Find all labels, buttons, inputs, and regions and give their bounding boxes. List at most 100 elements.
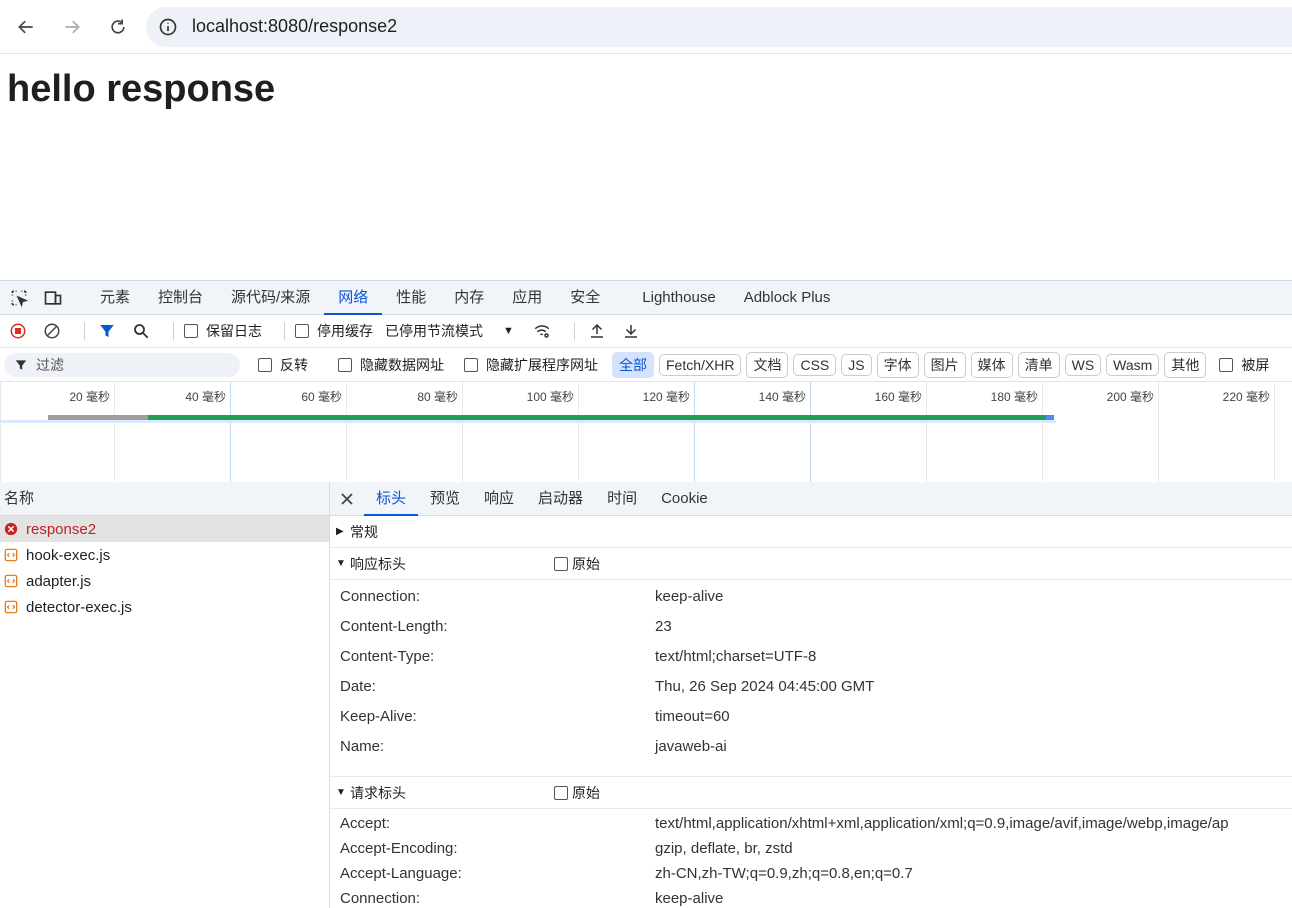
timeline-tick: 180 毫秒 [926, 382, 1042, 483]
filter-type-fetch[interactable]: Fetch/XHR [659, 353, 742, 376]
waterfall-download-bar [148, 415, 1046, 420]
checkbox-box[interactable] [338, 357, 352, 372]
tab-preview[interactable]: 预览 [418, 482, 472, 516]
raw-checkbox[interactable]: 原始 [554, 783, 600, 803]
filter-type-font[interactable]: 字体 [876, 351, 919, 378]
search-button[interactable] [129, 319, 153, 343]
timeline-overview[interactable]: 20 毫秒 40 毫秒 60 毫秒 80 毫秒 100 毫秒 120 毫秒 14… [0, 382, 1292, 483]
clear-button[interactable] [40, 319, 64, 343]
hide-extension-urls-checkbox[interactable]: 隐藏扩展程序网址 [464, 355, 598, 375]
download-icon [624, 325, 637, 338]
request-row[interactable]: adapter.js [0, 568, 329, 594]
tab-console[interactable]: 控制台 [144, 281, 217, 315]
section-title: 响应标头 [350, 555, 406, 572]
filter-type-img[interactable]: 图片 [923, 351, 966, 378]
name-column-header[interactable]: 名称 [0, 482, 329, 516]
preserve-log-checkbox[interactable]: 保留日志 [184, 321, 262, 341]
request-name: response2 [26, 520, 97, 538]
close-icon[interactable] [330, 492, 364, 506]
request-row[interactable]: hook-exec.js [0, 542, 329, 568]
tab-initiator[interactable]: 启动器 [526, 482, 595, 516]
filter-type-doc[interactable]: 文档 [746, 351, 789, 378]
request-row[interactable]: response2 [0, 516, 329, 542]
request-name: detector-exec.js [26, 598, 132, 616]
reload-button[interactable] [100, 9, 136, 45]
request-row[interactable]: detector-exec.js [0, 594, 329, 620]
tab-memory[interactable]: 内存 [440, 281, 498, 315]
blocked-checkbox[interactable]: 被屏 [1219, 355, 1269, 375]
info-icon[interactable] [158, 17, 178, 37]
device-toolbar-button[interactable] [38, 283, 68, 313]
header-value: timeout=60 [655, 707, 730, 725]
filter-type-ws[interactable]: WS [1064, 353, 1102, 376]
import-har-button[interactable] [585, 319, 609, 343]
tab-network[interactable]: 网络 [324, 281, 383, 315]
back-button[interactable] [8, 9, 44, 45]
devtools-tabbar: 元素 控制台 源代码/来源 网络 性能 内存 应用 安全 Lighthouse … [0, 281, 1292, 315]
network-conditions-button[interactable] [530, 319, 554, 343]
record-button[interactable] [6, 319, 30, 343]
inspect-element-button[interactable] [4, 283, 34, 313]
checkbox-box[interactable] [554, 785, 568, 800]
header-key: Content-Length: [340, 617, 448, 635]
filter-toggle-button[interactable] [95, 319, 119, 343]
header-key: Accept-Language: [340, 865, 462, 882]
header-key: Connection: [340, 890, 421, 907]
device-icon [44, 290, 62, 305]
filter-type-manifest[interactable]: 清单 [1017, 351, 1060, 378]
timeline-tick: 220 毫秒 [1158, 382, 1274, 483]
checkbox-box[interactable] [184, 324, 198, 338]
response-headers-section-header[interactable]: ▼ 响应标头 原始 [330, 548, 1292, 580]
reload-icon [111, 19, 125, 34]
header-value: zh-CN,zh-TW;q=0.9,zh;q=0.8,en;q=0.7 [655, 865, 913, 882]
throttle-select[interactable]: 已停用节流模式 [385, 321, 483, 341]
forward-button[interactable] [54, 9, 90, 45]
tab-elements[interactable]: 元素 [86, 281, 144, 315]
tab-lighthouse[interactable]: Lighthouse [628, 281, 729, 315]
chevron-down-icon[interactable]: ▼ [503, 325, 514, 337]
checkbox-box[interactable] [258, 357, 272, 372]
tab-application[interactable]: 应用 [498, 281, 556, 315]
tab-headers[interactable]: 标头 [364, 482, 419, 516]
checkbox-box[interactable] [295, 324, 309, 338]
invert-checkbox[interactable]: 反转 [258, 355, 308, 375]
filter-type-other[interactable]: 其他 [1164, 351, 1207, 378]
section-title: 常规 [350, 523, 378, 540]
export-har-button[interactable] [619, 319, 643, 343]
url-text[interactable]: localhost:8080/response2 [192, 16, 397, 37]
header-key: Accept-Encoding: [340, 840, 458, 857]
invert-label: 反转 [280, 356, 308, 373]
filter-type-css[interactable]: CSS [793, 353, 837, 376]
timeline-tick: 160 毫秒 [810, 382, 926, 483]
disable-cache-label: 停用缓存 [317, 323, 373, 339]
filter-type-js[interactable]: JS [841, 353, 872, 376]
tab-adblock[interactable]: Adblock Plus [730, 281, 845, 315]
timeline-tick: 120 毫秒 [578, 382, 694, 483]
filter-type-all[interactable]: 全部 [612, 351, 654, 378]
checkbox-box[interactable] [554, 556, 568, 571]
header-row: Content-Type: text/html;charset=UTF-8 [330, 641, 1292, 671]
header-key: Content-Type: [340, 647, 435, 665]
tab-sources[interactable]: 源代码/来源 [217, 281, 324, 315]
filter-type-media[interactable]: 媒体 [970, 351, 1013, 378]
general-section-header[interactable]: ▶ 常规 [330, 516, 1292, 548]
address-bar[interactable]: localhost:8080/response2 [146, 6, 1292, 47]
raw-checkbox[interactable]: 原始 [554, 554, 600, 574]
request-headers-section-header[interactable]: ▼ 请求标头 原始 [330, 777, 1292, 809]
header-value: keep-alive [655, 587, 724, 605]
filter-input[interactable]: 过滤 [4, 352, 240, 377]
disable-cache-checkbox[interactable]: 停用缓存 [295, 321, 373, 341]
tab-response[interactable]: 响应 [472, 482, 526, 516]
header-row: Date: Thu, 26 Sep 2024 04:45:00 GMT [330, 671, 1292, 701]
timeline-tick: 40 毫秒 [114, 382, 230, 483]
tab-security[interactable]: 安全 [556, 281, 614, 315]
tab-cookies[interactable]: Cookie [649, 482, 720, 516]
filter-type-wasm[interactable]: Wasm [1106, 353, 1160, 376]
checkbox-box[interactable] [1219, 357, 1234, 372]
hide-data-urls-checkbox[interactable]: 隐藏数据网址 [338, 355, 444, 375]
header-row: Accept-Language: zh-CN,zh-TW;q=0.9,zh;q=0… [330, 861, 1292, 886]
page-content: hello response [0, 54, 1292, 280]
checkbox-box[interactable] [464, 357, 478, 372]
tab-performance[interactable]: 性能 [382, 281, 440, 315]
tab-timing[interactable]: 时间 [595, 482, 649, 516]
